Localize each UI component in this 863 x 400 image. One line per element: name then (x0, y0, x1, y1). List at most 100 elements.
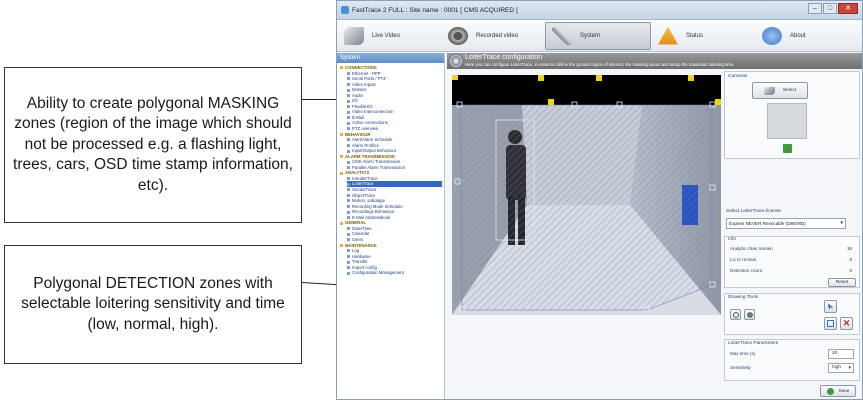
polygon-icon (732, 311, 739, 318)
mask-icon (746, 311, 753, 318)
draw-mask-button[interactable] (744, 309, 755, 320)
status-label: Status (686, 32, 704, 39)
setting-icon (347, 127, 350, 131)
sidebar-item-label: Recordings Behaviour (352, 209, 395, 215)
sidebar-item-label: BEHAVIOUR (345, 131, 371, 137)
system-button[interactable]: System (545, 21, 651, 50)
minimize-icon[interactable]: – (808, 3, 822, 14)
masking-zone[interactable] (452, 75, 721, 105)
reset-button[interactable]: Reset (828, 278, 856, 287)
sidebar-header: System (337, 53, 444, 63)
sidebar-item-label: Alarm Profiles (352, 142, 379, 148)
live-video-label: Live Video (372, 32, 400, 39)
sidebar-item-label: Video Interconnection (352, 109, 394, 115)
setting-icon (347, 210, 350, 214)
select-camera-button[interactable]: Select (752, 82, 808, 99)
setting-icon (347, 238, 350, 242)
sidebar-item[interactable]: Configuration Management (347, 270, 442, 276)
camera-status-icon (783, 144, 792, 153)
parameters-label: LoiterTrace Parameters (728, 341, 779, 346)
sidebar-item-label: Monitor (352, 87, 367, 93)
copy-icon (827, 320, 834, 327)
sensitivity-select[interactable]: high ▾ (828, 363, 854, 373)
detection-callout-text: Polygonal DETECTION zones with selectabl… (21, 274, 285, 333)
film-reel-icon (448, 26, 468, 45)
folder-icon (340, 155, 343, 159)
sidebar-item-label: FlexibleI/O (352, 103, 373, 109)
masking-zones-callout: Ability to create polygonal MASKING zone… (4, 67, 302, 223)
sensitivity-label: Sensitivity (730, 365, 751, 370)
setting-icon (347, 71, 350, 75)
dropdown-arrow-icon: ▾ (848, 365, 851, 371)
sidebar-item-label: Transfer (352, 259, 368, 265)
license-select[interactable]: Expires NEVER Revocable (D8678D) ▾ (726, 218, 846, 229)
license-value: Expires NEVER Revocable (D8678D) (729, 221, 806, 226)
dropdown-arrow-icon: ▾ (840, 220, 843, 226)
setting-icon (347, 193, 350, 197)
panel-header: LoiterTrace configuration Here you can c… (447, 53, 862, 69)
folder-icon (340, 171, 343, 175)
setting-icon (347, 166, 350, 170)
info-row-value: 0 (849, 268, 852, 273)
sidebar-item-label: Serial Ports / PTZ (352, 76, 386, 82)
panel-title: LoiterTrace configuration (465, 54, 543, 61)
sidebar-item-label: Configuration Management (352, 270, 404, 276)
info-icon (762, 26, 782, 45)
sidebar-item-label: SmokeTrace (352, 187, 377, 193)
masking-callout-text: Ability to create polygonal MASKING zone… (13, 94, 293, 194)
about-button[interactable]: About (755, 22, 859, 50)
setting-icon (347, 88, 350, 92)
drawing-tools-label: Drawing Tools (728, 295, 759, 300)
setting-icon (347, 177, 350, 181)
save-button[interactable]: Save (820, 385, 856, 397)
sidebar-item-label: Hardware (352, 253, 371, 259)
sidebar-item-label: PTZ overview (352, 126, 379, 132)
save-label: Save (838, 388, 850, 394)
recorded-video-button[interactable]: Recorded video (441, 22, 545, 50)
max-time-input[interactable]: 20 (828, 349, 854, 359)
camera-select-icon (763, 86, 775, 95)
setting-icon (347, 227, 350, 231)
sidebar-item-label: Alert/Alarm Schedule (352, 137, 393, 143)
video-preview[interactable] (452, 74, 721, 315)
zone-editor-canvas[interactable] (452, 74, 721, 315)
license-label: Select LoiterTrace license (726, 209, 782, 214)
sidebar-item-label: Input/Output Behaviour (352, 148, 397, 154)
info-row-key: Analytic chan remain (730, 246, 773, 251)
camera-thumbnail (767, 103, 807, 139)
setting-icon (347, 249, 350, 253)
main-toolbar: Live Video Recorded video System Status … (337, 20, 862, 52)
setting-icon (347, 77, 350, 81)
setting-icon (347, 216, 350, 220)
gear-icon (449, 54, 463, 68)
delete-zone-button[interactable]: ✕ (840, 317, 853, 330)
draw-polygon-button[interactable] (730, 309, 741, 320)
pointer-tool-button[interactable] (824, 300, 837, 313)
sidebar-item-label: Users (352, 236, 364, 242)
live-video-button[interactable]: Live Video (337, 22, 441, 50)
sidebar-item-label: Motion, sabotage (352, 198, 385, 204)
info-row-value: 0 (849, 257, 852, 262)
right-panel: Cameras Select Select LoiterTrace licens… (724, 71, 862, 399)
sidebar-item-label: Ethernet - PPP (352, 70, 381, 76)
setting-icon (347, 205, 350, 209)
title-bar: FastTrace 2 FULL : Site name : 0001 [ CM… (337, 1, 862, 20)
sidebar-item-label: CMS Alarm Transmission (352, 159, 401, 165)
sidebar-item-label: IntruderTrace (352, 175, 378, 181)
sidebar-item-label: Log (352, 248, 360, 254)
sidebar-item-label: CONNECTIONS (345, 65, 377, 70)
copy-zone-button[interactable] (824, 317, 837, 330)
detection-zone[interactable] (459, 104, 713, 311)
sidebar-item-label: LoiterTrace (352, 181, 374, 187)
status-button[interactable]: Status (651, 22, 755, 50)
setting-icon (347, 121, 350, 125)
app-window: FastTrace 2 FULL : Site name : 0001 [ CM… (336, 0, 863, 400)
cameras-label: Cameras (728, 74, 748, 79)
info-label: Info (728, 237, 737, 242)
close-icon[interactable]: ✕ (838, 3, 858, 14)
setting-icon (347, 149, 350, 153)
setting-icon (347, 260, 350, 264)
info-row-key: Detection count (730, 268, 762, 273)
max-time-value: 20 (832, 351, 838, 356)
maximize-icon[interactable]: □ (823, 3, 837, 14)
